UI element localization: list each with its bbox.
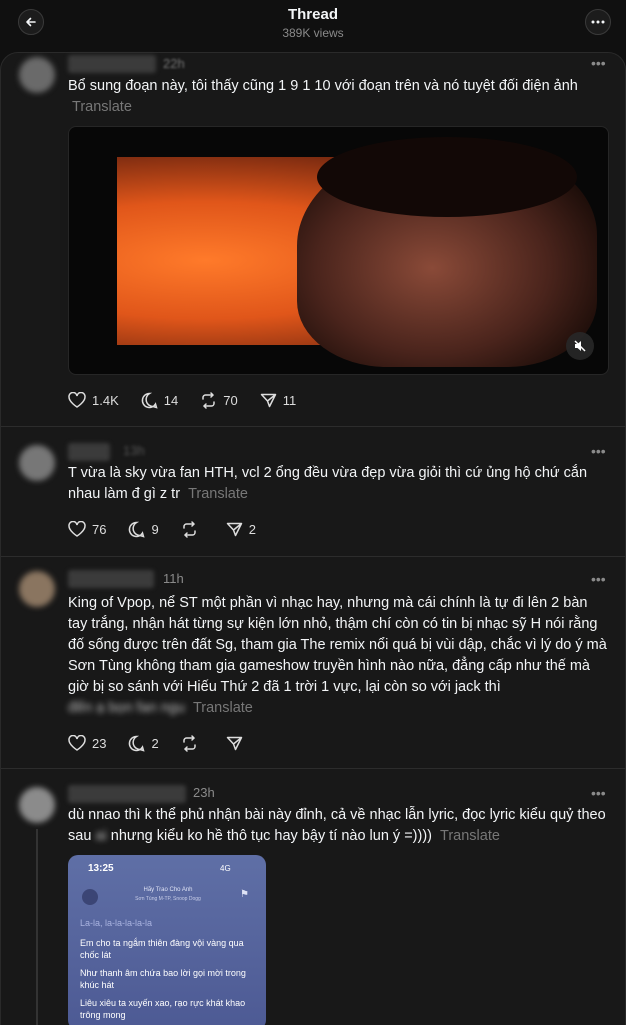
thread-panel: 22h ••• Bổ sung đoạn này, tôi thấy cũng … bbox=[0, 52, 626, 1025]
share-count: 11 bbox=[282, 392, 297, 408]
reply-button[interactable]: 9 bbox=[128, 521, 159, 538]
lyric-line: Liêu xiêu ta xuyến xao, rạo rực khát kha… bbox=[80, 998, 246, 1020]
page-title: Thread bbox=[287, 6, 338, 23]
action-bar: 23 2 bbox=[68, 733, 271, 753]
reply-post: 22h ••• Bổ sung đoạn này, tôi thấy cũng … bbox=[1, 53, 626, 427]
post-time: 22h bbox=[163, 56, 185, 71]
send-icon bbox=[260, 393, 276, 407]
share-button[interactable]: 11 bbox=[260, 392, 297, 409]
username-redacted[interactable] bbox=[68, 443, 110, 461]
like-button[interactable]: 76 bbox=[68, 521, 106, 537]
avatar[interactable] bbox=[19, 445, 55, 481]
like-count: 23 bbox=[92, 735, 107, 751]
share-button[interactable] bbox=[226, 735, 249, 752]
reply-button[interactable]: 14 bbox=[141, 392, 178, 409]
phone-clock: 13:25 bbox=[88, 863, 114, 874]
repost-icon bbox=[182, 734, 196, 752]
avatar[interactable] bbox=[19, 571, 55, 607]
post-text: Bổ sung đoạn này, tôi thấy cũng 1 9 1 10… bbox=[68, 76, 608, 118]
ellipsis-icon bbox=[591, 20, 605, 24]
thread-line bbox=[36, 829, 38, 1025]
song-artist: Sơn Tùng M-TP, Snoop Dogg bbox=[135, 896, 201, 902]
translate-link[interactable]: Translate bbox=[188, 486, 248, 502]
post-text: T vừa là sky vừa fan HTH, vcl 2 ổng đều … bbox=[68, 463, 608, 505]
post-body: King of Vpop, nể ST một phần vì nhạc hay… bbox=[68, 595, 607, 695]
chevron-down-icon bbox=[82, 889, 98, 905]
view-count: 389K views bbox=[282, 26, 344, 40]
post-text: dù nnao thì k thể phủ nhận bài này đỉnh,… bbox=[68, 805, 608, 847]
send-icon bbox=[226, 522, 242, 536]
comment-icon bbox=[141, 392, 158, 409]
action-bar: 76 9 2 bbox=[68, 519, 278, 539]
post-time: 11h bbox=[163, 571, 184, 586]
post-body: Bổ sung đoạn này, tôi thấy cũng 1 9 1 10… bbox=[68, 78, 578, 94]
reply-count: 9 bbox=[151, 521, 159, 537]
like-count: 1.4K bbox=[92, 392, 119, 408]
username-redacted[interactable] bbox=[68, 785, 186, 803]
top-bar: Thread 389K views bbox=[0, 0, 626, 52]
post-text: King of Vpop, nể ST một phần vì nhạc hay… bbox=[68, 593, 608, 719]
translate-link[interactable]: Translate bbox=[193, 700, 253, 716]
post-menu-button[interactable]: ••• bbox=[591, 785, 606, 801]
reply-count: 2 bbox=[151, 735, 159, 751]
hidden-text: đến ạ bọn fan ngu bbox=[68, 700, 185, 716]
lyric-line: La-la, la-la-la-la-la bbox=[80, 918, 153, 928]
reply-post: 23h ••• dù nnao thì k thể phủ nhận bài n… bbox=[1, 769, 626, 1025]
avatar[interactable] bbox=[19, 787, 55, 823]
translate-link[interactable]: Translate bbox=[440, 828, 500, 844]
like-button[interactable]: 1.4K bbox=[68, 392, 119, 408]
post-time: 23h bbox=[193, 785, 215, 800]
share-count: 2 bbox=[248, 521, 256, 537]
post-time: 13h bbox=[123, 443, 145, 458]
heart-icon bbox=[68, 392, 86, 408]
post-body: T vừa là sky vừa fan HTH, vcl 2 ổng đều … bbox=[68, 465, 588, 502]
post-menu-button[interactable]: ••• bbox=[591, 443, 606, 459]
hidden-text: ai bbox=[95, 828, 107, 844]
repost-button[interactable] bbox=[181, 520, 204, 538]
repost-count: 70 bbox=[223, 392, 238, 408]
song-title: Hãy Trao Cho Anh bbox=[143, 887, 193, 893]
share-button[interactable]: 2 bbox=[226, 521, 256, 538]
comment-icon bbox=[129, 521, 146, 538]
action-bar: 1.4K 14 70 11 bbox=[68, 390, 318, 410]
video-player[interactable] bbox=[68, 126, 609, 375]
post-body-cont: nhưng kiểu ko hề thô tục hay bậy tí nào … bbox=[110, 828, 432, 844]
translate-link[interactable]: Translate bbox=[72, 99, 132, 115]
more-options-button[interactable] bbox=[585, 9, 611, 35]
lyric-line: Như thanh âm chứa bao lời gọi mời trong … bbox=[80, 968, 246, 990]
like-count: 76 bbox=[92, 521, 107, 537]
flag-icon: ⚑ bbox=[240, 889, 249, 900]
muted-speaker-icon bbox=[574, 340, 586, 352]
repost-icon bbox=[202, 391, 215, 409]
video-frame bbox=[117, 137, 597, 367]
repost-button[interactable] bbox=[181, 734, 204, 752]
send-icon bbox=[226, 736, 242, 750]
phone-signal: 4G bbox=[220, 864, 231, 873]
username-redacted[interactable] bbox=[68, 570, 154, 588]
avatar[interactable] bbox=[19, 57, 55, 93]
heart-icon bbox=[68, 735, 86, 751]
like-button[interactable]: 23 bbox=[68, 735, 106, 751]
reply-count: 14 bbox=[163, 392, 179, 408]
video-hair bbox=[317, 137, 577, 217]
repost-button[interactable]: 70 bbox=[200, 391, 238, 409]
lyric-line: Em cho ta ngắm thiên đàng vội vàng qua c… bbox=[80, 938, 244, 960]
reply-post: 13h ••• T vừa là sky vừa fan HTH, vcl 2 … bbox=[1, 427, 626, 557]
comment-icon bbox=[129, 735, 146, 752]
username-redacted[interactable] bbox=[68, 55, 156, 73]
heart-icon bbox=[68, 521, 86, 537]
repost-icon bbox=[182, 520, 196, 538]
attached-screenshot[interactable]: 13:25 4G Hãy Trao Cho Anh Sơn Tùng M-TP,… bbox=[68, 855, 266, 1025]
reply-button[interactable]: 2 bbox=[128, 735, 159, 752]
reply-post: 11h ••• King of Vpop, nể ST một phần vì … bbox=[1, 557, 626, 769]
post-menu-button[interactable]: ••• bbox=[591, 55, 606, 71]
mute-button[interactable] bbox=[566, 332, 594, 360]
post-menu-button[interactable]: ••• bbox=[591, 571, 606, 587]
